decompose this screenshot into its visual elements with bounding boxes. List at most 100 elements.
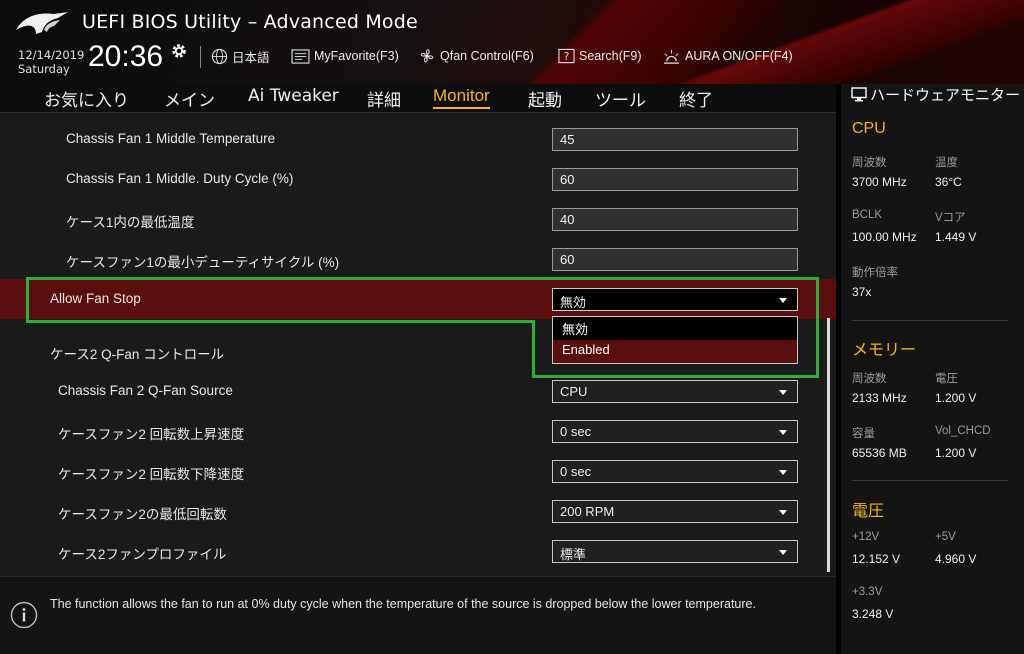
hw-5v-value: 4.960 V	[935, 552, 977, 566]
myfavorite-label: MyFavorite(F3)	[314, 49, 399, 63]
hw-monitor-title: ハードウェアモニター	[851, 86, 1021, 105]
hw-vol-chcd-label: Vol_CHCD	[935, 425, 991, 437]
rog-logo-icon	[16, 12, 68, 34]
hw-12v-value: 12.152 V	[852, 552, 901, 566]
tab-monitor[interactable]: Monitor	[433, 86, 490, 109]
header-divider	[200, 46, 201, 68]
hw-cpu-temp-value: 36°C	[935, 175, 962, 189]
highlight-box-dropdown	[532, 320, 819, 378]
tab-exit[interactable]: 終了	[679, 86, 713, 111]
hw-memory-heading: メモリー	[852, 342, 917, 359]
setting-label: ケースファン1の最小デューティサイクル (%)	[66, 255, 340, 270]
main-tab-bar: お気に入り メイン Ai Tweaker 詳細 Monitor 起動 ツール 終…	[0, 84, 836, 112]
tab-advanced[interactable]: 詳細	[367, 86, 401, 111]
language-label: 日本語	[232, 50, 270, 65]
select-value: 200 RPM	[560, 504, 615, 519]
tab-tool[interactable]: ツール	[595, 86, 646, 111]
setting-row-fan1-middle-duty[interactable]: Chassis Fan 1 Middle. Duty Cycle (%) 60	[0, 159, 836, 199]
chevron-down-icon	[779, 390, 787, 395]
favorite-list-icon	[291, 48, 310, 64]
hw-vol-chcd-value: 1.200 V	[935, 446, 977, 460]
fan1-middle-temp-input[interactable]: 45	[552, 128, 798, 151]
hw-mem-cap-value: 65536 MB	[852, 446, 907, 460]
fan2-step-up-select[interactable]: 0 sec	[552, 420, 798, 443]
highlight-box-top	[26, 277, 819, 323]
date-display: 12/14/2019 Saturday	[18, 48, 84, 76]
hw-cpu-freq-label: 周波数	[852, 157, 887, 169]
hw-divider	[852, 480, 1008, 481]
tab-main[interactable]: メイン	[164, 86, 215, 111]
hw-cpu-temp-label: 温度	[935, 157, 958, 169]
hardware-monitor-panel: ハードウェアモニター CPU 周波数 温度 3700 MHz 36°C BCLK…	[841, 84, 1024, 654]
setting-row-fan2-step-up[interactable]: ケースファン2 回転数上昇速度 0 sec	[0, 411, 836, 451]
svg-text:?: ?	[564, 51, 570, 63]
hw-divider	[852, 320, 1008, 321]
hw-vcore-value: 1.449 V	[935, 230, 977, 244]
fan1-min-duty-input[interactable]: 60	[552, 248, 798, 271]
setting-label: Chassis Fan 2 Q-Fan Source	[58, 383, 233, 398]
fan2-step-down-select[interactable]: 0 sec	[552, 460, 798, 483]
fan2-qfan-source-select[interactable]: CPU	[552, 380, 798, 403]
hw-ratio-value: 37x	[852, 285, 872, 299]
setting-row-fan1-middle-temp[interactable]: Chassis Fan 1 Middle Temperature 45	[0, 119, 836, 159]
settings-scrollbar[interactable]	[827, 318, 830, 572]
setting-label: Chassis Fan 1 Middle Temperature	[66, 131, 276, 146]
setting-row-fan1-min-duty[interactable]: ケースファン1の最小デューティサイクル (%) 60	[0, 239, 836, 279]
chevron-down-icon	[779, 470, 787, 475]
setting-row-fan2-speed-low-limit[interactable]: ケースファン2の最低回転数 200 RPM	[0, 491, 836, 531]
day-text: Saturday	[18, 62, 70, 76]
setting-label: ケースファン2 回転数下降速度	[58, 467, 245, 482]
tab-favorites[interactable]: お気に入り	[44, 86, 129, 111]
search-help-icon: ?	[558, 48, 575, 64]
hw-cpu-freq-value: 3700 MHz	[852, 175, 907, 189]
search-button[interactable]: ? Search(F9)	[558, 46, 642, 66]
hw-mem-volt-label: 電圧	[935, 373, 958, 385]
fan2-speed-low-limit-select[interactable]: 200 RPM	[552, 500, 798, 523]
setting-label: ケース1内の最低温度	[66, 215, 195, 230]
fan2-profile-select[interactable]: 標準	[552, 540, 798, 563]
app-title: UEFI BIOS Utility – Advanced Mode	[82, 11, 418, 33]
hw-cpu-heading: CPU	[852, 120, 886, 137]
hw-5v-label: +5V	[935, 531, 956, 543]
help-description: The function allows the fan to run at 0%…	[50, 597, 756, 611]
setting-row-fan2-step-down[interactable]: ケースファン2 回転数下降速度 0 sec	[0, 451, 836, 491]
setting-label: ケース2ファンプロファイル	[58, 547, 227, 562]
setting-row-fan2-profile[interactable]: ケース2ファンプロファイル 標準	[0, 531, 836, 571]
chevron-down-icon	[779, 430, 787, 435]
setting-group-label: ケース2 Q-Fan コントロール	[50, 347, 225, 362]
date-text: 12/14/2019	[18, 48, 85, 62]
header-bar: UEFI BIOS Utility – Advanced Mode 12/14/…	[0, 0, 1024, 84]
globe-icon	[211, 48, 228, 64]
hw-mem-freq-label: 周波数	[852, 373, 887, 385]
language-button[interactable]: 日本語	[211, 46, 270, 66]
hw-bclk-value: 100.00 MHz	[852, 230, 917, 244]
chevron-down-icon	[779, 550, 787, 555]
hw-vcore-label: Vコア	[935, 212, 966, 224]
aura-toggle-button[interactable]: AURA ON/OFF(F4)	[662, 46, 793, 66]
myfavorite-button[interactable]: MyFavorite(F3)	[291, 46, 399, 66]
hw-bclk-label: BCLK	[852, 209, 883, 221]
tab-boot[interactable]: 起動	[528, 86, 562, 111]
search-label: Search(F9)	[579, 49, 642, 63]
hw-mem-volt-value: 1.200 V	[935, 391, 977, 405]
qfan-label: Qfan Control(F6)	[440, 49, 534, 63]
hw-monitor-title-text: ハードウェアモニター	[870, 86, 1021, 104]
select-value: CPU	[560, 384, 588, 399]
hw-12v-label: +12V	[852, 531, 880, 543]
setting-label: ケースファン2の最低回転数	[58, 507, 227, 522]
fan1-middle-duty-input[interactable]: 60	[552, 168, 798, 191]
select-value: 標準	[560, 547, 587, 562]
aura-light-icon	[663, 49, 680, 64]
setting-row-fan1-lower-temp[interactable]: ケース1内の最低温度 40	[0, 199, 836, 239]
monitor-icon	[851, 87, 867, 102]
hw-33v-value: 3.248 V	[852, 607, 894, 621]
select-value: 0 sec	[560, 424, 592, 439]
fan1-lower-temp-input[interactable]: 40	[552, 208, 798, 231]
aura-label: AURA ON/OFF(F4)	[685, 49, 793, 63]
hw-33v-label: +3.3V	[852, 586, 883, 598]
gear-icon[interactable]	[170, 42, 188, 60]
qfan-control-button[interactable]: Qfan Control(F6)	[418, 46, 534, 66]
hw-mem-freq-value: 2133 MHz	[852, 391, 907, 405]
tab-ai-tweaker[interactable]: Ai Tweaker	[248, 86, 339, 106]
chevron-down-icon	[779, 510, 787, 515]
